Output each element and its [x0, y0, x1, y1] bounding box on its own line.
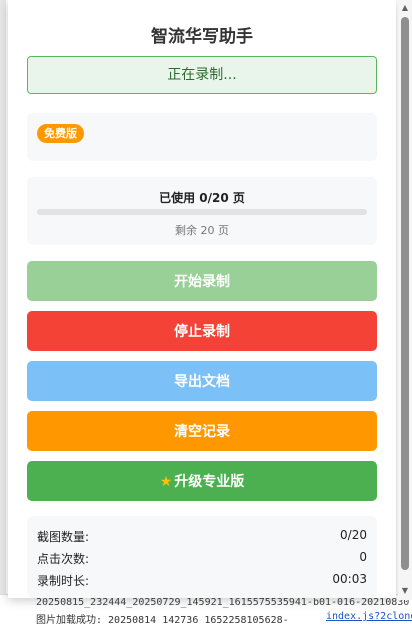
star-icon: ★ [159, 474, 173, 490]
upgrade-pro-label: 升级专业版 [174, 474, 245, 490]
extension-popup: 智流华写助手 正在录制... 免费版 已使用 0/20 页 剩余 20 页 开始… [8, 0, 396, 598]
plan-card: 免费版 [27, 113, 377, 161]
stop-recording-button[interactable]: 停止录制 [27, 311, 377, 351]
stat-value: 0/20 [340, 528, 367, 542]
stat-label: 录制时长: [37, 574, 90, 588]
stat-value: 0 [359, 550, 367, 564]
stat-label: 点击次数: [37, 552, 90, 566]
usage-remaining: 剩余 20 页 [175, 224, 229, 237]
console-log-line: 图片加载成功: 20250814_142736_1652258105628- [36, 615, 289, 625]
stat-label: 截图数量: [37, 530, 90, 544]
start-recording-button[interactable]: 开始录制 [27, 261, 377, 301]
stat-row-clicks: 点击次数: 0 [37, 550, 367, 566]
console-log-line: 20250815_232444_20250729_145921_16155755… [36, 597, 410, 608]
scrollbar-thumb[interactable] [401, 17, 409, 570]
background-console: 20250815_232444_20250729_145921_16155755… [0, 594, 412, 625]
console-source-link[interactable]: index.js?2clone [326, 611, 412, 622]
scroll-down-arrow-icon[interactable]: ▼ [400, 586, 410, 596]
stat-row-screenshots: 截图数量: 0/20 [37, 528, 367, 544]
usage-card: 已使用 0/20 页 剩余 20 页 [27, 177, 377, 245]
stat-row-duration: 录制时长: 00:03 [37, 572, 367, 588]
stat-value: 00:03 [332, 572, 367, 586]
upgrade-pro-button[interactable]: ★ 升级专业版 [27, 461, 377, 501]
plan-badge: 免费版 [37, 124, 84, 143]
app-title: 智流华写助手 [151, 27, 253, 47]
stats-card: 截图数量: 0/20 点击次数: 0 录制时长: 00:03 [27, 516, 377, 598]
usage-title: 已使用 0/20 页 [159, 191, 245, 205]
scroll-up-arrow-icon[interactable]: ▲ [400, 3, 410, 13]
export-document-button[interactable]: 导出文档 [27, 361, 377, 401]
background-page-edge [0, 0, 6, 600]
recording-status: 正在录制... [27, 56, 377, 94]
clear-records-button[interactable]: 清空记录 [27, 411, 377, 451]
usage-progress-bar [37, 209, 367, 215]
